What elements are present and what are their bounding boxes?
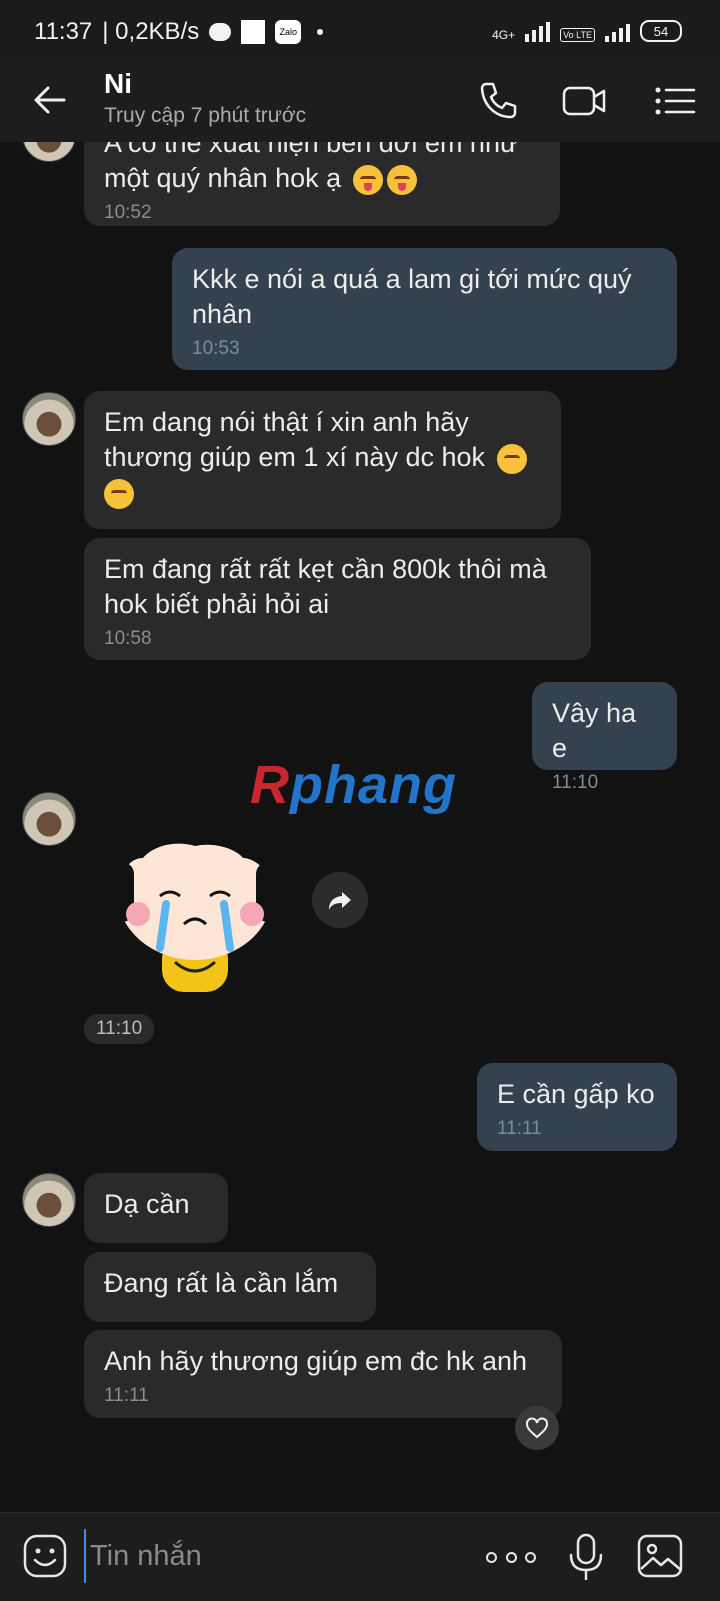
more-dots-icon (486, 1551, 497, 1563)
message-text: Dạ cần (104, 1189, 190, 1219)
list-menu-icon (655, 87, 696, 115)
status-bar: 11:37 | 0,2KB/s Zalo 4G+ Vo LTE 54 (0, 0, 720, 60)
message-list[interactable]: A có thể xuất hiện bên đời em như một qu… (0, 142, 720, 1512)
signal-icon (525, 20, 551, 42)
message-time: 10:53 (192, 338, 240, 359)
microphone-icon (569, 1533, 603, 1581)
message-time: 11:11 (497, 1118, 542, 1139)
last-seen-status: Truy cập 7 phút trước (104, 104, 307, 127)
persevering-emoji (496, 443, 527, 474)
image-icon (637, 1534, 683, 1578)
back-arrow-icon (34, 86, 66, 114)
message-incoming[interactable]: A có thể xuất hiện bên đời em như một qu… (84, 142, 560, 226)
message-outgoing[interactable]: Vây ha e 11:10 (532, 682, 677, 793)
chat-header: Ni Truy cập 7 phút trước (0, 60, 720, 142)
message-outgoing[interactable]: E cần gấp ko 11:11 (477, 1063, 677, 1151)
signal-icon-2 (605, 20, 630, 42)
heart-icon (526, 1417, 548, 1439)
emoji-button[interactable] (22, 1533, 68, 1579)
call-button[interactable] (474, 76, 524, 126)
message-text: E cần gấp ko (497, 1079, 655, 1109)
tongue-emoji (352, 164, 383, 195)
message-time: 10:52 (104, 202, 152, 223)
zalo-notification-icon: Zalo (275, 20, 302, 44)
message-incoming[interactable]: Anh hãy thương giúp em đc hk anh 11:11 (84, 1330, 562, 1418)
crying-girl-sticker[interactable] (100, 792, 290, 1002)
status-time: 11:37 (34, 18, 93, 45)
message-text: Đang rất là cần lắm (104, 1268, 339, 1298)
message-incoming[interactable]: Em dang nói thật í xin anh hãy thương gi… (84, 391, 561, 529)
video-call-button[interactable] (560, 76, 610, 126)
message-composer (0, 1512, 720, 1601)
message-outgoing[interactable]: Kkk e nói a quá a lam gi tới mức quý nhâ… (172, 248, 677, 370)
volte-icon: Vo LTE (560, 28, 595, 42)
contact-avatar[interactable] (22, 1173, 76, 1227)
message-input[interactable] (84, 1529, 472, 1583)
options-menu-button[interactable] (650, 76, 700, 126)
sticker-time: 11:10 (84, 1014, 155, 1044)
forward-button[interactable] (312, 872, 368, 928)
message-text: Vây ha e (552, 698, 637, 763)
message-incoming[interactable]: Đang rất là cần lắm (84, 1252, 376, 1322)
message-time: 10:58 (104, 628, 152, 649)
message-time: 11:10 (552, 772, 599, 793)
phone-icon (480, 82, 517, 119)
emoji-icon (23, 1534, 67, 1578)
contact-avatar[interactable] (22, 392, 76, 446)
chat-notification-icon (209, 23, 232, 41)
voice-message-button[interactable] (566, 1531, 606, 1583)
network-type: 4G+ (492, 28, 516, 42)
message-text: Em dang nói thật í xin anh hãy thương gi… (104, 407, 485, 472)
network-speed: | 0,2KB/s (102, 18, 200, 45)
message-time: 11:11 (104, 1385, 149, 1406)
message-text: A có thể xuất hiện bên đời em như một qu… (104, 142, 519, 193)
forward-icon (329, 892, 351, 910)
persevering-emoji (104, 478, 134, 509)
contact-name[interactable]: Ni (104, 68, 132, 100)
battery-indicator: 54 (640, 20, 682, 42)
status-right: 4G+ Vo LTE 54 (492, 20, 682, 42)
more-notifications-dot (317, 29, 324, 35)
status-left: 11:37 | 0,2KB/s Zalo (34, 18, 324, 46)
tongue-emoji (386, 164, 417, 195)
contact-avatar[interactable] (22, 142, 76, 162)
message-incoming[interactable]: Em đang rất rất kẹt cần 800k thôi mà hok… (84, 538, 591, 660)
react-heart-button[interactable] (515, 1406, 559, 1450)
message-text: Anh hãy thương giúp em đc hk anh (104, 1346, 528, 1376)
message-text: Em đang rất rất kẹt cần 800k thôi mà hok… (104, 554, 547, 619)
send-image-button[interactable] (636, 1533, 684, 1579)
message-incoming[interactable]: Dạ cần (84, 1173, 228, 1243)
message-text: Kkk e nói a quá a lam gi tới mức quý nhâ… (192, 264, 632, 329)
back-button[interactable] (28, 78, 72, 122)
more-options-button[interactable] (486, 1537, 536, 1577)
video-call-icon (562, 86, 606, 116)
contact-avatar[interactable] (22, 792, 76, 846)
app-notification-icon (241, 20, 266, 44)
